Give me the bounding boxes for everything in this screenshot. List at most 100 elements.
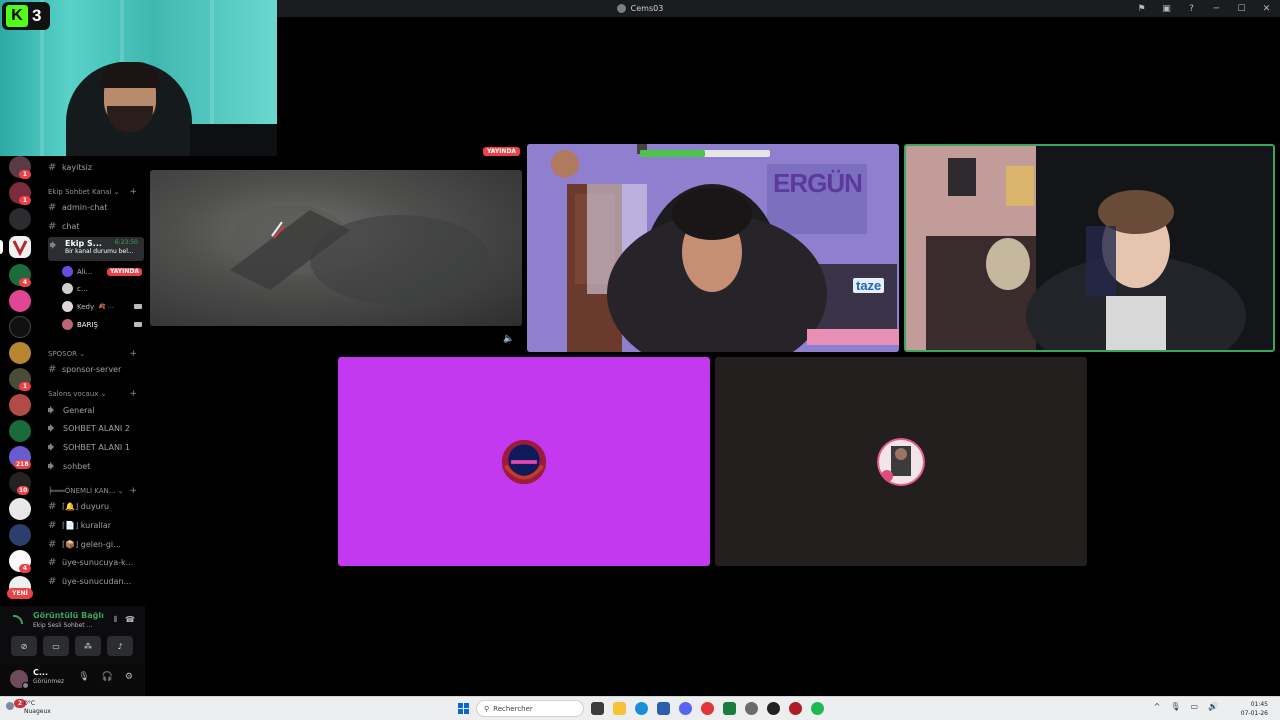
search-box[interactable]: ⚲ Rechercher	[476, 700, 584, 717]
camera-icon	[134, 304, 142, 309]
channel-admin-chat[interactable]: # admin-chat	[48, 200, 144, 214]
network-icon[interactable]: ▭	[1190, 702, 1198, 711]
notifications-icon[interactable]: ⚑	[1136, 4, 1147, 14]
voice-user[interactable]: Ali... YAYINDA	[62, 265, 142, 278]
speaker-icon	[48, 424, 57, 432]
mention-badge: 4	[19, 564, 31, 573]
voice-participant-tile[interactable]	[715, 357, 1087, 566]
screen-share-tile[interactable]	[150, 170, 522, 326]
spotify-icon[interactable]	[811, 702, 824, 715]
channel-duyuru[interactable]: # ⌈🔔⌋ duyuru	[48, 499, 144, 513]
close-button[interactable]: ✕	[1261, 4, 1272, 14]
headphones-icon[interactable]: 🎧	[102, 672, 113, 682]
add-channel-icon[interactable]: +	[129, 486, 137, 496]
disconnect-icon[interactable]: ☎	[125, 615, 135, 625]
voice-status[interactable]: Görüntülü Bağlı	[33, 611, 104, 620]
channel-kayitsiz[interactable]: # kayitsiz	[48, 160, 144, 174]
screen-share-button[interactable]: ▭	[43, 636, 69, 656]
ergun-sign: ERGÜN	[773, 168, 863, 198]
hash-icon: #	[48, 201, 57, 213]
soundboard-button[interactable]: ♪	[107, 636, 133, 656]
channel-uye-sunucuya-katilan[interactable]: # üye-sunucuya-k...	[48, 555, 144, 569]
noise-suppression-icon[interactable]: ⦀	[114, 615, 118, 625]
kick-icon: K	[6, 5, 28, 27]
voice-participant-tile[interactable]	[338, 357, 710, 566]
edge-icon[interactable]	[635, 702, 648, 715]
channel-sponsor-server[interactable]: # sponsor-server	[48, 362, 144, 376]
category-onemli-kanallar[interactable]: ╞═══ÖNEMLİ KAN... ⌄ +	[48, 486, 143, 496]
active-server-pip	[0, 240, 3, 254]
server-icon[interactable]	[9, 498, 31, 520]
voice-user[interactable]: BARIŞ	[62, 318, 142, 331]
microphone-icon[interactable]: 🎙	[78, 672, 89, 682]
help-icon[interactable]: ?	[1186, 4, 1197, 14]
category-sposor[interactable]: SPOSOR ⌄ +	[48, 349, 143, 359]
mention-badge: 1	[19, 170, 31, 179]
video-tile[interactable]: ERGÜN taze	[527, 144, 899, 352]
file-explorer-icon[interactable]	[613, 702, 626, 715]
signal-icon[interactable]	[13, 615, 23, 624]
voice-channel-sohbet[interactable]: sohbet	[48, 459, 144, 473]
store-icon[interactable]	[657, 702, 670, 715]
voice-channel-sohbet-alani-1[interactable]: SOHBET ALANI 1	[48, 440, 144, 454]
system-tray: ^ 🎙 ▭ 🔊	[1154, 702, 1218, 711]
hash-icon: #	[48, 500, 57, 512]
voice-channel-sohbet-alani-2[interactable]: SOHBET ALANI 2	[48, 421, 144, 435]
category-salons-vocaux[interactable]: Salons vocaux ⌄ +	[48, 389, 143, 399]
add-channel-icon[interactable]: +	[129, 187, 137, 197]
microphone-icon[interactable]: 🎙	[1170, 702, 1180, 711]
voice-user[interactable]: Kedy 🍂 ...	[62, 300, 142, 313]
server-icon[interactable]	[9, 316, 31, 338]
chrome-icon[interactable]	[789, 702, 802, 715]
volume-icon[interactable]: 🔊	[1208, 702, 1218, 711]
start-button[interactable]	[458, 703, 469, 714]
channel-chat[interactable]: # chat	[48, 219, 144, 233]
channel-kurallar[interactable]: # ⌈📄⌋ kurallar	[48, 518, 144, 532]
voice-channel-general[interactable]: General	[48, 403, 144, 417]
discord-window: Cems03 ⚑ ▣ ? ─ ☐ ✕ 1 1 4 1 218 10 4 YENİ…	[0, 0, 1280, 720]
settings-icon[interactable]: ⚙	[125, 672, 133, 682]
video-tile-speaking[interactable]	[904, 144, 1275, 352]
settings-app-icon[interactable]	[745, 702, 758, 715]
category-ekip-sohbet[interactable]: Ekip Sohbet Kanal ⌄ +	[48, 187, 143, 197]
weather-icon[interactable]	[6, 702, 14, 710]
volume-mute-icon[interactable]: 🔈	[503, 334, 514, 344]
discord-icon[interactable]	[679, 702, 692, 715]
maximize-button[interactable]: ☐	[1236, 4, 1247, 14]
channel-gelen-giden[interactable]: # ⌈📦⌋ gelen-gi...	[48, 537, 144, 551]
server-icon[interactable]	[9, 342, 31, 364]
voice-user[interactable]: c...	[62, 282, 142, 295]
inbox-icon[interactable]: ▣	[1161, 4, 1172, 14]
server-icon[interactable]	[9, 524, 31, 546]
steam-icon[interactable]	[767, 702, 780, 715]
activities-button[interactable]: ⁂	[75, 636, 101, 656]
opera-icon[interactable]	[701, 702, 714, 715]
server-icon[interactable]	[9, 290, 31, 312]
voice-channel-name[interactable]: Ekip Sesli Sohbet ...	[33, 622, 92, 629]
participant-avatar	[877, 437, 925, 486]
camera-feed	[906, 146, 1273, 350]
server-icon-selected[interactable]	[9, 236, 31, 258]
minimize-button[interactable]: ─	[1211, 4, 1222, 14]
avatar	[62, 319, 73, 330]
xbox-icon[interactable]	[723, 702, 736, 715]
username[interactable]: C...	[33, 668, 48, 677]
hash-icon: #	[48, 519, 57, 531]
camera-icon	[134, 322, 142, 327]
server-icon[interactable]	[9, 208, 31, 230]
camera-toggle-button[interactable]: ⊘	[11, 636, 37, 656]
clock[interactable]: 01:45 07-01-26	[1241, 700, 1268, 718]
soundboard-icon: ♪	[117, 641, 123, 651]
add-channel-icon[interactable]: +	[129, 349, 137, 359]
channel-uye-sunucudan-ayrilan[interactable]: # üye-sunucudan...	[48, 574, 144, 588]
add-channel-icon[interactable]: +	[129, 389, 137, 399]
server-icon[interactable]	[9, 420, 31, 442]
server-icon[interactable]	[9, 394, 31, 416]
weather-widget[interactable]: 0°C Nuageux	[24, 700, 51, 716]
voice-connection-panel: Görüntülü Bağlı Ekip Sesli Sohbet ... ⦀ …	[0, 606, 145, 664]
task-view-icon[interactable]	[591, 702, 604, 715]
chevron-up-icon[interactable]: ^	[1154, 702, 1161, 711]
live-badge: YAYINDA	[483, 147, 521, 156]
voice-channel-ekip-sesli[interactable]: Ekip S... Bir kanal durumu bel... 6:23:5…	[48, 237, 144, 261]
user-panel: C... Görünmez 🎙 🎧 ⚙	[0, 664, 145, 696]
